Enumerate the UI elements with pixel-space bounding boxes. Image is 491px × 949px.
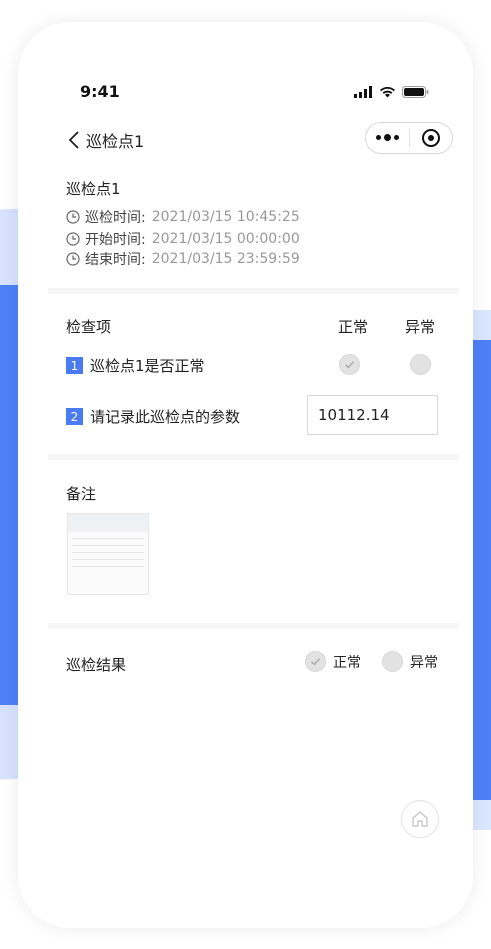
check-icon bbox=[311, 658, 321, 666]
thumbnail-line bbox=[72, 552, 144, 553]
item1-abnormal-radio[interactable] bbox=[410, 354, 431, 375]
back-arrow-icon[interactable] bbox=[66, 128, 88, 152]
signal-icon bbox=[354, 86, 372, 98]
inspection-time: 巡检时间: 2021/03/15 10:45:25 bbox=[66, 208, 300, 226]
result-abnormal-option[interactable]: 异常 bbox=[382, 651, 438, 672]
time-value: 2021/03/15 10:45:25 bbox=[151, 209, 300, 225]
close-capsule-icon[interactable] bbox=[410, 129, 452, 147]
clock-icon bbox=[66, 210, 80, 224]
time-label: 开始时间: bbox=[85, 232, 146, 248]
section-divider bbox=[48, 454, 459, 460]
result-abnormal-radio[interactable] bbox=[382, 651, 403, 672]
wifi-icon bbox=[380, 86, 395, 98]
remarks-label: 备注 bbox=[66, 485, 97, 503]
check-item: 1 巡检点1是否正常 bbox=[66, 355, 205, 376]
result-normal-label: 正常 bbox=[333, 654, 361, 671]
navigation-bar: 巡检点1 bbox=[18, 122, 473, 158]
stage: 9:41 巡检点1 巡检点1 巡检时间: 2021/03/15 10:45:25… bbox=[0, 0, 491, 949]
result-normal-radio[interactable] bbox=[305, 651, 326, 672]
thumbnail-line bbox=[72, 538, 144, 539]
clock-icon bbox=[66, 252, 80, 266]
phone-frame: 9:41 巡检点1 巡检点1 巡检时间: 2021/03/15 10:45:25… bbox=[18, 22, 473, 928]
column-abnormal: 异常 bbox=[405, 318, 436, 336]
point-title: 巡检点1 bbox=[66, 180, 121, 198]
status-time: 9:41 bbox=[80, 82, 120, 101]
checks-header: 检查项 bbox=[66, 318, 112, 336]
background-band bbox=[0, 285, 20, 705]
section-divider bbox=[48, 288, 459, 294]
thumbnail-header bbox=[68, 514, 148, 532]
status-bar: 9:41 bbox=[18, 80, 473, 110]
result-label: 巡检结果 bbox=[66, 656, 127, 674]
parameter-input[interactable]: 10112.14 bbox=[307, 395, 438, 435]
result-abnormal-label: 异常 bbox=[410, 654, 438, 671]
time-label: 结束时间: bbox=[85, 252, 146, 268]
section-divider bbox=[48, 623, 459, 629]
thumbnail-line bbox=[72, 566, 144, 567]
column-normal: 正常 bbox=[338, 318, 369, 336]
more-icon[interactable] bbox=[366, 134, 409, 141]
result-normal-option[interactable]: 正常 bbox=[305, 651, 361, 672]
mini-program-capsule bbox=[365, 122, 453, 154]
item-number-badge: 2 bbox=[66, 408, 83, 425]
remark-image-thumbnail[interactable] bbox=[67, 513, 149, 595]
background-band bbox=[471, 340, 491, 800]
end-time: 结束时间: 2021/03/15 23:59:59 bbox=[66, 250, 300, 268]
item-number-badge: 1 bbox=[66, 357, 83, 374]
check-icon bbox=[345, 361, 355, 369]
thumbnail-line bbox=[72, 559, 144, 560]
clock-icon bbox=[66, 232, 80, 246]
thumbnail-line bbox=[72, 545, 144, 546]
status-icons bbox=[354, 86, 429, 98]
time-value: 2021/03/15 00:00:00 bbox=[151, 231, 300, 247]
check-item: 2 请记录此巡检点的参数 bbox=[66, 406, 240, 427]
nav-title: 巡检点1 bbox=[86, 132, 145, 151]
item1-normal-radio[interactable] bbox=[339, 354, 360, 375]
start-time: 开始时间: 2021/03/15 00:00:00 bbox=[66, 230, 300, 248]
item-label: 巡检点1是否正常 bbox=[90, 357, 205, 375]
item-label: 请记录此巡检点的参数 bbox=[90, 408, 241, 426]
home-icon bbox=[412, 811, 428, 827]
battery-icon bbox=[402, 86, 429, 98]
time-label: 巡检时间: bbox=[85, 210, 146, 226]
time-value: 2021/03/15 23:59:59 bbox=[151, 251, 300, 267]
home-button[interactable] bbox=[401, 800, 439, 838]
